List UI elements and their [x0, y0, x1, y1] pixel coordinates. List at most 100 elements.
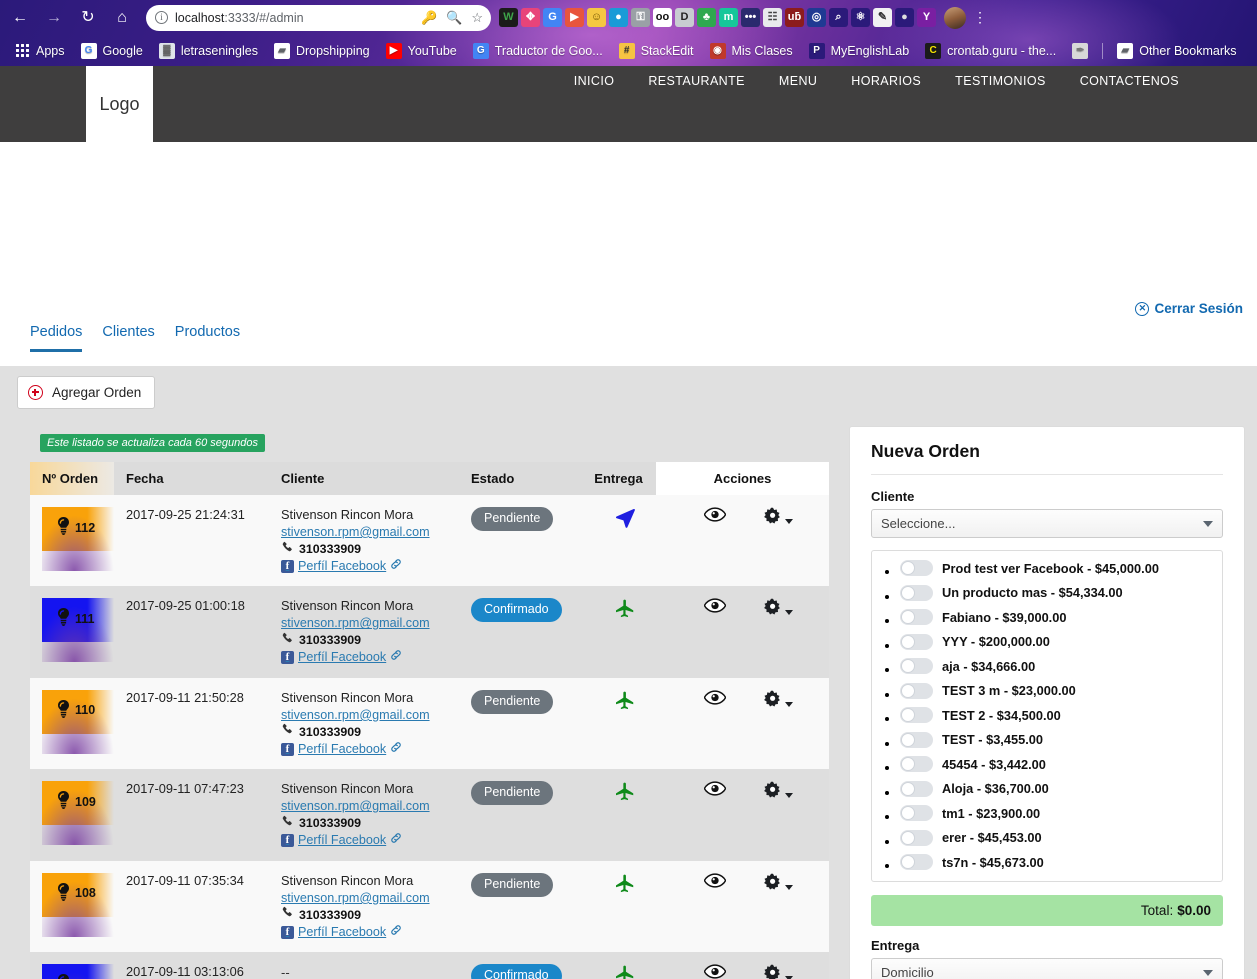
product-toggle[interactable] — [900, 682, 933, 699]
sphere-extension[interactable]: ● — [895, 8, 914, 27]
gear-icon[interactable] — [763, 873, 793, 893]
table-row[interactable]: 1072017-09-11 03:13:06 -- Confirmado — [30, 952, 829, 979]
plane-icon[interactable] — [614, 600, 636, 623]
puzzle-extension[interactable]: ✥ — [521, 8, 540, 27]
column-header-fecha[interactable]: Fecha — [114, 462, 269, 495]
nav-link-restaurante[interactable]: RESTAURANTE — [648, 74, 745, 88]
notes-extension[interactable]: ✎ — [873, 8, 892, 27]
tab-clientes[interactable]: Clientes — [102, 324, 154, 352]
bookmark-feather-icon[interactable]: ✒ — [1064, 42, 1096, 59]
product-toggle[interactable] — [900, 780, 933, 797]
search-extension[interactable]: ⌕ — [829, 8, 848, 27]
status-badge[interactable]: Pendiente — [471, 872, 554, 897]
client-email-link[interactable]: stivenson.rpm@gmail.com — [281, 707, 459, 724]
bookmark-stackedit[interactable]: # StackEdit — [611, 42, 702, 59]
facebook-profile-link[interactable]: f Perfíl Facebook — [281, 741, 459, 758]
lock-extension[interactable]: ⚿ — [631, 8, 650, 27]
product-toggle[interactable] — [900, 707, 933, 723]
bookmark-letraseningles[interactable]: ▓ letraseningles — [151, 42, 266, 59]
nav-link-menu[interactable]: MENU — [779, 74, 817, 88]
eye-icon[interactable] — [704, 781, 727, 797]
m-extension[interactable]: m — [719, 8, 738, 27]
robot-extension[interactable]: ☷ — [763, 8, 782, 27]
play-extension[interactable]: ▶ — [565, 8, 584, 27]
product-toggle[interactable] — [900, 560, 933, 576]
product-toggle[interactable] — [900, 756, 933, 772]
profile-avatar[interactable] — [944, 6, 966, 29]
product-toggle[interactable] — [900, 633, 933, 650]
product-toggle[interactable] — [900, 829, 933, 846]
nav-link-horarios[interactable]: HORARIOS — [851, 74, 921, 88]
status-badge[interactable]: Confirmado — [471, 964, 562, 979]
bookmark-mis-clases[interactable]: ◉ Mis Clases — [702, 42, 801, 59]
status-badge[interactable]: Pendiente — [471, 781, 554, 806]
oo-extension[interactable]: oo — [653, 8, 672, 27]
product-toggle[interactable] — [900, 584, 933, 601]
google-translate-extension[interactable]: G — [543, 8, 562, 27]
kebab-menu-icon[interactable]: ⋮ — [973, 9, 987, 26]
column-header-entrega[interactable]: Entrega — [581, 462, 656, 495]
table-row[interactable]: 108 2017-09-11 07:35:34 Stivenson Rincon M… — [30, 860, 829, 953]
target-extension[interactable]: ◎ — [807, 8, 826, 27]
bookmark-myenglishlab[interactable]: P MyEnglishLab — [801, 42, 918, 59]
gear-icon[interactable] — [763, 781, 793, 801]
page-info-icon[interactable]: i — [155, 11, 168, 24]
entrega-select[interactable]: Domicilio — [871, 958, 1223, 979]
bookmark-traductor-de-goo[interactable]: G Traductor de Goo... — [465, 42, 611, 59]
gear-icon[interactable] — [763, 964, 793, 979]
column-header-acciones[interactable]: Acciones — [656, 462, 829, 495]
status-badge[interactable]: Pendiente — [471, 507, 554, 531]
gear-icon[interactable] — [763, 598, 793, 618]
site-logo[interactable]: Logo — [86, 66, 153, 142]
emoji-extension[interactable]: ☺ — [587, 8, 606, 27]
key-icon[interactable]: 🔑 — [421, 10, 437, 26]
eye-icon[interactable] — [704, 690, 727, 705]
client-email-link[interactable]: stivenson.rpm@gmail.com — [281, 798, 459, 815]
tab-pedidos[interactable]: Pedidos — [30, 324, 83, 352]
cliente-select[interactable]: Seleccione... — [871, 509, 1223, 538]
table-row[interactable]: 109 2017-09-11 07:47:23 Stivenson Rincon M… — [30, 769, 829, 861]
product-toggle[interactable] — [900, 609, 933, 625]
facebook-profile-link[interactable]: f Perfíl Facebook — [281, 649, 459, 666]
reload-icon[interactable]: ↻ — [74, 4, 102, 32]
status-badge[interactable]: Pendiente — [471, 689, 554, 714]
product-toggle[interactable] — [900, 805, 933, 821]
plane-icon[interactable] — [614, 783, 636, 806]
logout-button[interactable]: ✕ Cerrar Sesión — [1135, 301, 1243, 316]
ublock-extension[interactable]: uƃ — [785, 8, 804, 27]
eye-icon[interactable] — [704, 598, 727, 614]
gear-icon[interactable] — [763, 507, 793, 527]
client-email-link[interactable]: stivenson.rpm@gmail.com — [281, 615, 459, 632]
w-extension[interactable]: W — [499, 8, 518, 27]
location-arrow-icon[interactable] — [614, 508, 636, 532]
facebook-profile-link[interactable]: f Perfíl Facebook — [281, 924, 459, 941]
nav-link-contactenos[interactable]: CONTACTENOS — [1080, 74, 1179, 88]
bookmark-dropshipping[interactable]: ▰ Dropshipping — [266, 42, 378, 59]
y-extension[interactable]: Y — [917, 8, 936, 27]
table-row[interactable]: 110 2017-09-11 21:50:28 Stivenson Rincon M… — [30, 677, 829, 770]
eye-icon[interactable] — [704, 507, 727, 522]
nav-link-testimonios[interactable]: TESTIMONIOS — [955, 74, 1046, 88]
d-extension[interactable]: D — [675, 8, 694, 27]
atom-extension[interactable]: ⚛ — [851, 8, 870, 27]
gear-icon[interactable] — [763, 690, 793, 710]
plane-icon[interactable] — [614, 691, 636, 715]
add-order-button[interactable]: Agregar Orden — [17, 376, 156, 409]
facebook-profile-link[interactable]: f Perfíl Facebook — [281, 558, 459, 575]
tab-productos[interactable]: Productos — [175, 324, 240, 352]
bookmark-youtube[interactable]: ▶ YouTube — [378, 42, 465, 59]
column-header-estado[interactable]: Estado — [459, 462, 581, 495]
tree-extension[interactable]: ♣ — [697, 8, 716, 27]
address-bar[interactable]: i localhost:3333/#/admin 🔑 🔍 ☆ — [146, 4, 491, 31]
bookmark-other-bookmarks[interactable]: ▰ Other Bookmarks — [1109, 42, 1244, 59]
status-badge[interactable]: Confirmado — [471, 598, 562, 623]
bookmark-crontab-guru-the[interactable]: Ccrontab.guru - the... — [917, 42, 1064, 59]
back-arrow-icon[interactable]: ← — [6, 4, 34, 32]
home-icon[interactable]: ⌂ — [108, 4, 136, 32]
product-toggle[interactable] — [900, 658, 933, 674]
plane-icon[interactable] — [614, 966, 636, 979]
star-icon[interactable]: ☆ — [471, 10, 483, 26]
column-header-cliente[interactable]: Cliente — [269, 462, 459, 495]
bookmark-google[interactable]: G Google — [73, 42, 151, 59]
column-header-numero[interactable]: Nº Orden — [30, 462, 114, 495]
